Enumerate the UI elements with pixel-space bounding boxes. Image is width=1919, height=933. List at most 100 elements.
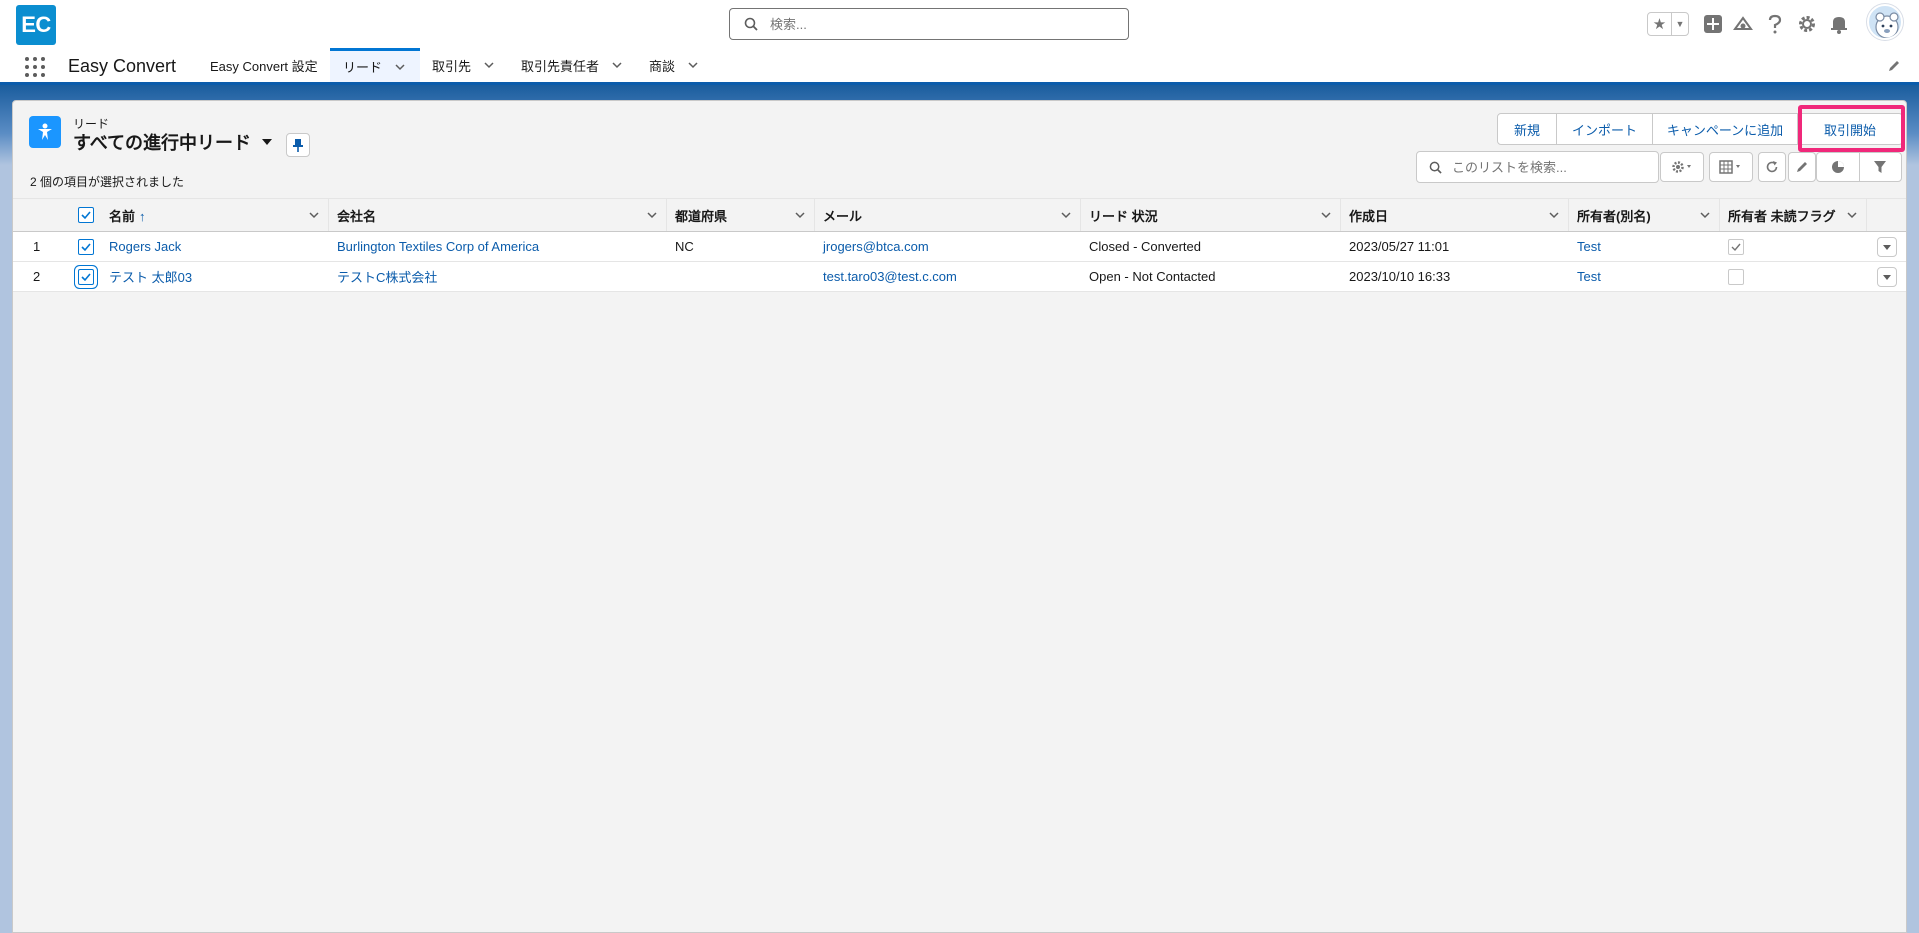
select-all-cell (71, 199, 101, 231)
search-icon (744, 17, 758, 31)
chevron-down-icon[interactable] (794, 209, 806, 221)
trailhead-icon[interactable] (1731, 12, 1755, 36)
nav-item-contacts[interactable]: 取引先責任者 (521, 48, 623, 82)
table-view-icon (1719, 160, 1740, 174)
setup-gear-icon[interactable] (1795, 12, 1819, 36)
help-icon[interactable] (1763, 12, 1787, 36)
chevron-down-icon[interactable] (646, 209, 658, 221)
chart-button[interactable] (1817, 153, 1860, 181)
table-row: 2 テスト 太郎03 テストC株式会社 test.taro03@test.c.c… (13, 262, 1906, 292)
chevron-down-icon (1883, 274, 1891, 280)
start-deal-button[interactable]: 取引開始 (1798, 114, 1902, 144)
row-action-button[interactable] (1877, 236, 1897, 257)
unread-flag-checkbox (1728, 238, 1744, 255)
column-header-created-date[interactable]: 作成日 (1341, 199, 1569, 231)
list-view-dropdown-icon[interactable] (261, 136, 273, 148)
chevron-down-icon[interactable] (1548, 209, 1560, 221)
select-all-checkbox[interactable] (78, 207, 94, 223)
created-date-cell: 2023/10/10 16:33 (1349, 269, 1451, 284)
refresh-button[interactable] (1758, 152, 1786, 182)
row-select-cell (71, 232, 101, 261)
nav-item-accounts[interactable]: 取引先 (432, 48, 495, 82)
company-link[interactable]: テストC株式会社 (329, 262, 667, 291)
app-logo[interactable]: EC (16, 5, 56, 45)
column-header-company[interactable]: 会社名 (329, 199, 667, 231)
nav-item-opportunities[interactable]: 商談 (649, 48, 699, 82)
column-header-email[interactable]: メール (815, 199, 1081, 231)
unread-flag-cell (1720, 232, 1867, 261)
favorites-star-icon[interactable]: ★ (1648, 13, 1672, 35)
table-row: 1 Rogers Jack Burlington Textiles Corp o… (13, 232, 1906, 262)
pencil-icon (1797, 162, 1807, 172)
row-checkbox[interactable] (78, 268, 94, 285)
row-number: 2 (33, 269, 41, 284)
column-header-label: 作成日 (1349, 208, 1389, 224)
list-view-title[interactable]: すべての進行中リード (73, 129, 273, 155)
lead-object-icon (29, 116, 61, 148)
add-to-campaign-button[interactable]: キャンペーンに追加 (1653, 114, 1798, 144)
nav-item-easy-convert-settings[interactable]: Easy Convert 設定 (210, 48, 318, 82)
column-header-lead-status[interactable]: リード 状況 (1081, 199, 1341, 231)
owner-link[interactable]: Test (1569, 232, 1720, 261)
owner-link[interactable]: Test (1569, 262, 1720, 291)
chevron-down-icon[interactable] (308, 209, 320, 221)
column-header-state[interactable]: 都道府県 (667, 199, 815, 231)
edit-nav-pencil-icon[interactable] (1887, 59, 1901, 73)
list-view-card: リード すべての進行中リード 2 個の項目が選択されました 新規 インポート キ… (12, 100, 1907, 933)
nav-item-leads[interactable]: リード (330, 48, 420, 82)
user-avatar[interactable] (1867, 4, 1903, 40)
email-link[interactable]: jrogers@btca.com (815, 232, 1081, 261)
state-cell (667, 262, 815, 291)
app-launcher-icon[interactable] (24, 56, 46, 78)
chevron-down-icon[interactable] (611, 59, 623, 71)
chevron-down-icon[interactable] (394, 61, 406, 73)
chevron-down-icon[interactable] (1846, 209, 1858, 221)
import-button[interactable]: インポート (1557, 114, 1653, 144)
row-number: 1 (33, 239, 41, 254)
refresh-icon (1766, 161, 1778, 173)
email-link[interactable]: test.taro03@test.c.com (815, 262, 1081, 291)
inline-edit-button[interactable] (1788, 152, 1816, 182)
display-as-button[interactable] (1709, 152, 1753, 182)
row-action-button[interactable] (1877, 266, 1897, 287)
column-header-name[interactable]: 名前 ↑ (101, 199, 329, 231)
filter-button[interactable] (1860, 153, 1902, 181)
nav-item-label: 商談 (649, 58, 676, 74)
notifications-bell-icon[interactable] (1827, 12, 1851, 36)
chevron-down-icon[interactable] (1699, 209, 1711, 221)
global-search[interactable] (729, 8, 1129, 40)
row-number-header (13, 199, 71, 231)
chevron-down-icon[interactable] (1060, 209, 1072, 221)
chevron-down-icon (1883, 244, 1891, 250)
page-background: リード すべての進行中リード 2 個の項目が選択されました 新規 インポート キ… (0, 85, 1919, 933)
app-nav-bar: Easy Convert Easy Convert 設定 リード 取引先 取引先… (0, 48, 1919, 85)
filter-icon (1874, 161, 1887, 173)
row-checkbox[interactable] (78, 238, 94, 255)
chevron-down-icon[interactable] (687, 59, 699, 71)
chevron-down-icon[interactable] (1320, 209, 1332, 221)
lead-name-link[interactable]: Rogers Jack (101, 232, 329, 261)
table-header-row: 名前 ↑ 会社名 都道府県 メール リード 状況 作成日 所有者(別名) 所有者… (13, 199, 1906, 232)
list-action-buttons: 新規 インポート キャンペーンに追加 取引開始 (1497, 113, 1903, 145)
pin-list-button[interactable] (286, 133, 310, 157)
new-button[interactable]: 新規 (1498, 114, 1557, 144)
global-add-icon[interactable] (1701, 12, 1725, 36)
chevron-down-icon[interactable] (483, 59, 495, 71)
column-header-owner-unread[interactable]: 所有者 未読フラグ (1720, 199, 1867, 231)
created-date-cell: 2023/05/27 11:01 (1349, 239, 1450, 254)
favorites-dropdown-icon[interactable]: ▼ (1672, 13, 1688, 35)
unread-flag-cell (1720, 262, 1867, 291)
list-settings-button[interactable] (1660, 152, 1704, 182)
company-link[interactable]: Burlington Textiles Corp of America (329, 232, 667, 261)
lead-name-link[interactable]: テスト 太郎03 (101, 262, 329, 291)
search-icon (1429, 161, 1442, 174)
global-search-input[interactable] (768, 15, 1108, 33)
list-search[interactable] (1416, 151, 1659, 183)
check-icon (81, 211, 91, 220)
app-name: Easy Convert (68, 56, 177, 76)
column-header-owner-alias[interactable]: 所有者(別名) (1569, 199, 1720, 231)
list-search-input[interactable] (1450, 158, 1650, 176)
check-icon (1731, 243, 1741, 251)
row-select-cell (71, 262, 101, 291)
list-view-title-text: すべての進行中リード (73, 133, 252, 153)
